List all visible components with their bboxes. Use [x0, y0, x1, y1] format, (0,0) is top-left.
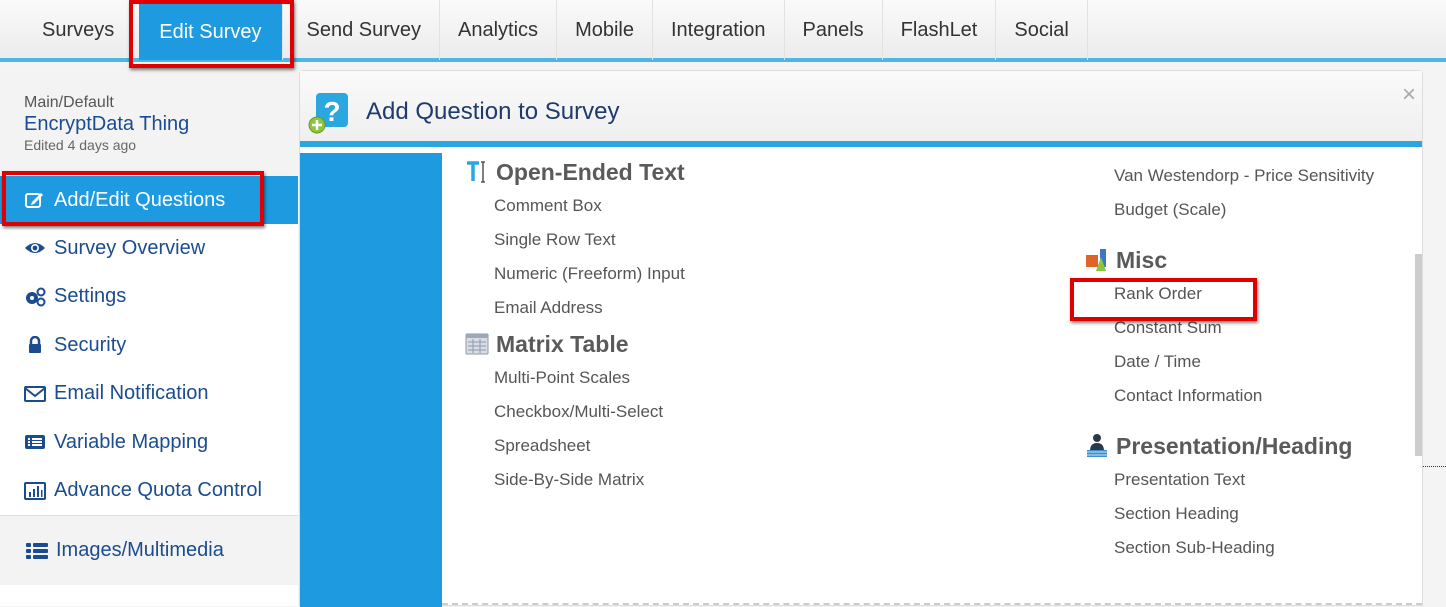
section-presentation-heading: Presentation/Heading: [1084, 429, 1374, 463]
sidebar-item-variable-mapping[interactable]: Variable Mapping: [0, 418, 298, 467]
add-question-modal: ? Add Question to Survey × Open-Ended Te…: [299, 70, 1423, 607]
section-matrix-table: Matrix Table: [464, 327, 685, 361]
edited-timestamp: Edited 4 days ago: [24, 137, 137, 153]
question-type-side-by-side-matrix[interactable]: Side-By-Side Matrix: [464, 463, 685, 497]
text-cursor-icon: [464, 159, 490, 185]
sidebar-item-label: Email Notification: [54, 382, 209, 405]
tab-send-survey[interactable]: Send Survey: [289, 0, 441, 60]
tab-integration[interactable]: Integration: [653, 0, 785, 60]
presenter-icon: [1084, 433, 1110, 459]
section-title: Misc: [1116, 246, 1168, 273]
tab-analytics[interactable]: Analytics: [440, 0, 558, 60]
sidebar-item-label: Advance Quota Control: [54, 479, 262, 502]
sidebar-item-email-notification[interactable]: Email Notification: [0, 370, 298, 419]
question-type-rank-order[interactable]: Rank Order: [1084, 277, 1374, 311]
tab-panels[interactable]: Panels: [785, 0, 883, 60]
question-type-contact-information[interactable]: Contact Information: [1084, 379, 1374, 413]
question-type-email-address[interactable]: Email Address: [464, 291, 685, 325]
eye-icon: [24, 238, 46, 258]
modal-scrollbar[interactable]: [1415, 254, 1422, 456]
sidebar-item-survey-overview[interactable]: Survey Overview: [0, 224, 298, 273]
sidebar: Main/Default EncryptData Thing Edited 4 …: [0, 66, 298, 606]
add-question-icon: ?: [308, 93, 348, 134]
section-misc: Misc: [1084, 243, 1374, 277]
question-type-date-time[interactable]: Date / Time: [1084, 345, 1374, 379]
tab-surveys[interactable]: Surveys: [24, 0, 134, 60]
sidebar-item-label: Add/Edit Questions: [54, 188, 226, 211]
gears-icon: [24, 287, 46, 307]
sidebar-item-images-multimedia[interactable]: Images/Multimedia: [0, 515, 298, 585]
question-type-spreadsheet[interactable]: Spreadsheet: [464, 429, 685, 463]
divider: [1423, 466, 1446, 467]
sidebar-item-label: Variable Mapping: [54, 430, 209, 453]
question-type-comment-box[interactable]: Comment Box: [464, 189, 685, 223]
section-title: Presentation/Heading: [1116, 432, 1353, 459]
survey-info: Main/Default EncryptData Thing Edited 4 …: [0, 66, 298, 176]
divider: [442, 603, 1422, 605]
survey-name[interactable]: EncryptData Thing: [24, 113, 298, 136]
list-bullets-icon: [26, 541, 48, 561]
breadcrumb[interactable]: Main/Default: [24, 94, 298, 112]
question-type-numeric-input[interactable]: Numeric (Freeform) Input: [464, 257, 685, 291]
envelope-icon: [24, 384, 46, 404]
shapes-icon: [1084, 247, 1110, 273]
lock-icon: [24, 335, 46, 355]
tab-social[interactable]: Social: [996, 0, 1088, 60]
question-type-section-sub-heading[interactable]: Section Sub-Heading: [1084, 531, 1374, 565]
question-type-van-westendorp[interactable]: Van Westendorp - Price Sensitivity: [1084, 159, 1374, 193]
sidebar-item-settings[interactable]: Settings: [0, 273, 298, 322]
question-type-multi-point-scales[interactable]: Multi-Point Scales: [464, 361, 685, 395]
question-type-section-heading[interactable]: Section Heading: [1084, 497, 1374, 531]
question-type-budget-scale[interactable]: Budget (Scale): [1084, 193, 1374, 227]
sidebar-item-advance-quota-control[interactable]: Advance Quota Control: [0, 467, 298, 516]
sidebar-item-label: Survey Overview: [54, 236, 206, 259]
modal-header: ? Add Question to Survey ×: [300, 71, 1422, 147]
bar-chart-icon: [24, 481, 46, 501]
question-column-left: Open-Ended Text Comment Box Single Row T…: [464, 155, 685, 497]
top-navigation: Surveys Edit Survey Send Survey Analytic…: [0, 0, 1446, 62]
section-open-ended-text: Open-Ended Text: [464, 155, 685, 189]
tab-flashlet[interactable]: FlashLet: [883, 0, 997, 60]
category-sidebar: [300, 153, 442, 607]
modal-title: Add Question to Survey: [366, 98, 620, 125]
svg-text:?: ?: [323, 96, 340, 127]
tab-mobile[interactable]: Mobile: [557, 0, 653, 60]
question-type-constant-sum[interactable]: Constant Sum: [1084, 311, 1374, 345]
question-column-right: Van Westendorp - Price Sensitivity Budge…: [1084, 159, 1374, 565]
table-icon: [464, 331, 490, 357]
sidebar-item-add-edit-questions[interactable]: Add/Edit Questions: [0, 176, 298, 224]
question-type-presentation-text[interactable]: Presentation Text: [1084, 463, 1374, 497]
section-title: Matrix Table: [496, 330, 629, 357]
sidebar-item-label: Settings: [54, 285, 127, 308]
question-type-checkbox-multi-select[interactable]: Checkbox/Multi-Select: [464, 395, 685, 429]
close-button[interactable]: ×: [1402, 81, 1416, 109]
tab-edit-survey[interactable]: Edit Survey: [139, 4, 283, 60]
section-title: Open-Ended Text: [496, 158, 685, 185]
sidebar-item-label: Images/Multimedia: [56, 539, 224, 561]
question-type-single-row-text[interactable]: Single Row Text: [464, 223, 685, 257]
list-icon: [24, 432, 46, 452]
sidebar-item-label: Security: [54, 333, 127, 356]
edit-icon: [24, 190, 46, 210]
sidebar-item-security[interactable]: Security: [0, 321, 298, 370]
